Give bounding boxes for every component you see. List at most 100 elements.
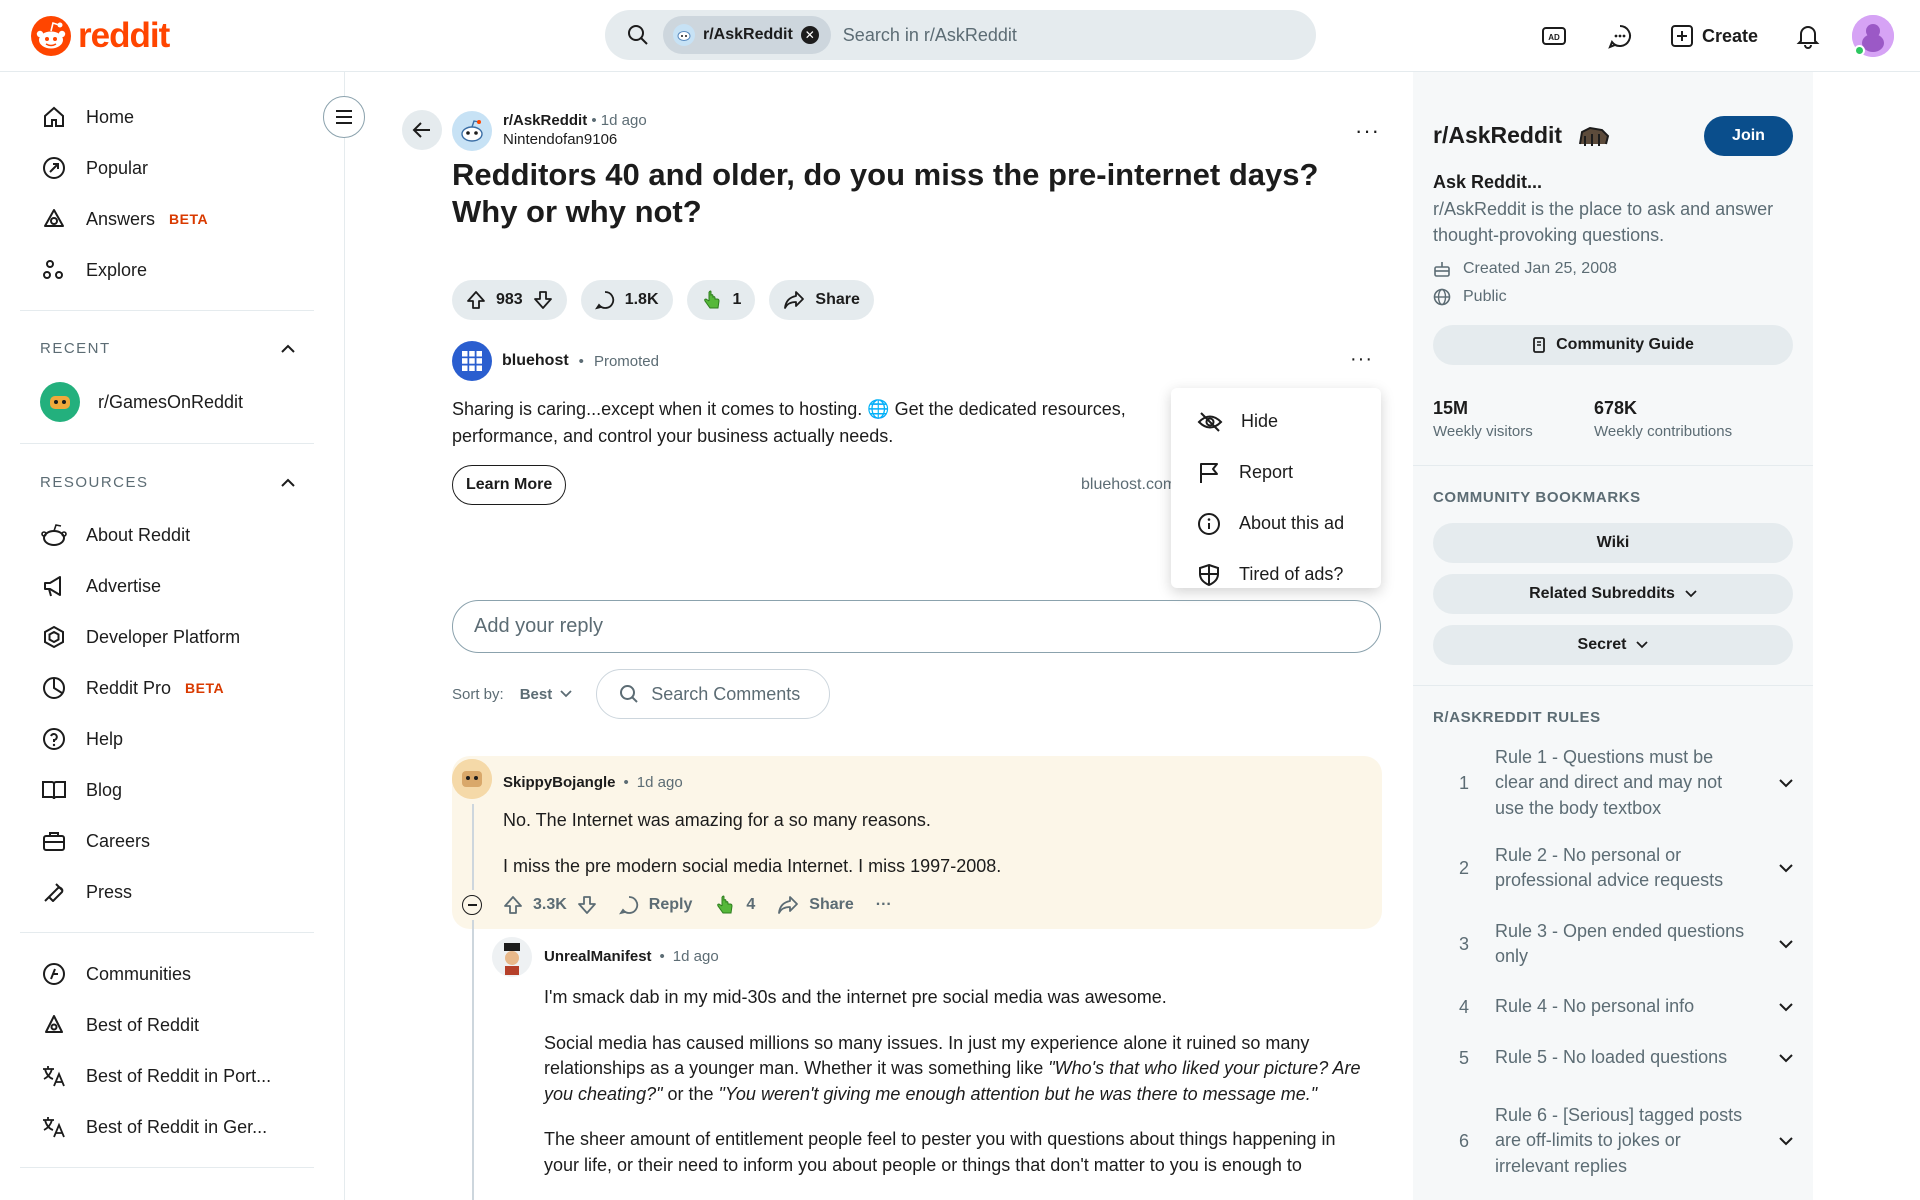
search-input[interactable]	[842, 24, 1316, 46]
sidebar-item-blog[interactable]: Blog	[40, 768, 122, 812]
comment-reply-button[interactable]: Reply	[618, 895, 692, 915]
sidebar-item-gamesonreddit[interactable]: r/GamesOnReddit	[40, 380, 243, 424]
create-button[interactable]: Create	[1664, 14, 1764, 58]
chat-icon[interactable]	[1598, 14, 1642, 58]
panel-divider	[1413, 685, 1813, 686]
rule-item[interactable]: 3 Rule 3 - Open ended questions only	[1433, 918, 1793, 970]
sidebar-item-careers[interactable]: Careers	[40, 819, 150, 863]
sidebar-item-label: Reddit Pro	[86, 677, 172, 698]
comment-body: I'm smack dab in my mid-30s and the inte…	[544, 985, 1364, 1178]
search-bar[interactable]: r/AskReddit ✕	[605, 10, 1316, 60]
bookmark-related-subreddits[interactable]: Related Subreddits	[1433, 574, 1793, 614]
bluehost-logo[interactable]	[452, 341, 492, 381]
menu-item-about-ad[interactable]: About this ad	[1171, 498, 1381, 549]
rule-item[interactable]: 4 Rule 4 - No personal info	[1433, 992, 1793, 1022]
bookmark-secret[interactable]: Secret	[1433, 625, 1793, 665]
reply-input[interactable]: Add your reply	[452, 600, 1381, 653]
beta-badge: BETA	[185, 680, 225, 696]
sidebar-item-label: Home	[86, 106, 135, 127]
subreddit-avatar[interactable]	[452, 111, 492, 151]
sidebar-item-best-of-reddit[interactable]: Best of Reddit	[40, 1003, 199, 1047]
collapse-thread-button[interactable]	[462, 895, 482, 915]
rule-item[interactable]: 6 Rule 6 - [Serious] tagged posts are of…	[1433, 1102, 1793, 1180]
sidebar-item-communities[interactable]: Communities	[40, 952, 191, 996]
join-button[interactable]: Join	[1704, 116, 1793, 156]
comment-paragraph: I miss the pre modern social media Inter…	[503, 855, 1002, 876]
meta-separator: •	[623, 774, 629, 791]
comment-vote: 3.3K	[503, 895, 597, 915]
thread-line[interactable]	[472, 920, 474, 1200]
search-scope-chip[interactable]: r/AskReddit ✕	[663, 16, 831, 54]
sidebar-item-best-of-reddit-portuguese[interactable]: Best of Reddit in Port...	[40, 1054, 271, 1098]
rules-title: R/ASKREDDIT RULES	[1433, 709, 1601, 726]
comment-share-button[interactable]: Share	[777, 895, 854, 915]
sidebar-item-home[interactable]: Home	[40, 95, 134, 139]
comments-button[interactable]: 1.8K	[580, 280, 673, 320]
sidebar-item-about-reddit[interactable]: About Reddit	[40, 513, 190, 557]
ad-text[interactable]: Sharing is caring...except when it comes…	[452, 396, 1172, 450]
reddit-logo[interactable]: reddit	[30, 15, 170, 57]
post-more-options[interactable]: ···	[1355, 118, 1380, 144]
sidebar-item-press[interactable]: Press	[40, 870, 132, 914]
comment-avatar[interactable]	[492, 937, 532, 977]
upvote-icon[interactable]	[503, 895, 523, 915]
learn-more-button[interactable]: Learn More	[452, 465, 567, 505]
award-button[interactable]: 1	[686, 280, 756, 320]
sidebar-item-label: Best of Reddit	[86, 1014, 200, 1035]
arrow-left-icon	[412, 122, 430, 138]
best-icon	[40, 1011, 68, 1039]
comment-award-button[interactable]: 4	[714, 894, 755, 916]
comment-author[interactable]: SkippyBojangle	[503, 774, 616, 791]
downvote-icon[interactable]	[577, 895, 597, 915]
resources-section-header[interactable]: RESOURCES	[40, 474, 296, 491]
recent-section-header[interactable]: RECENT	[40, 340, 296, 357]
advertise-icon[interactable]: AD	[1532, 14, 1576, 58]
share-button[interactable]: Share	[769, 280, 874, 320]
post-subreddit-link[interactable]: r/AskReddit	[503, 112, 587, 129]
clear-scope-icon[interactable]: ✕	[800, 26, 819, 44]
rule-number: 3	[1458, 933, 1469, 954]
advertiser-name[interactable]: bluehost	[502, 352, 569, 370]
back-button[interactable]	[402, 110, 442, 150]
menu-item-hide[interactable]: Hide	[1171, 396, 1381, 447]
stat-label: Weekly contributions	[1594, 423, 1733, 440]
notification-bell-icon[interactable]	[1786, 14, 1830, 58]
community-tagline: Ask Reddit...	[1433, 172, 1543, 192]
comment-author[interactable]: UnrealManifest	[544, 948, 652, 965]
menu-item-tired-of-ads[interactable]: Tired of ads?	[1171, 549, 1381, 600]
comment-avatar[interactable]	[452, 759, 492, 799]
community-name[interactable]: r/AskReddit	[1433, 122, 1562, 149]
sidebar-item-explore[interactable]: Explore	[40, 248, 147, 292]
community-description: r/AskReddit is the place to ask and answ…	[1433, 199, 1774, 245]
ad-more-options[interactable]: ···	[1350, 348, 1373, 371]
sidebar-item-developer-platform[interactable]: Developer Platform	[40, 615, 240, 659]
comment-icon	[594, 291, 614, 310]
search-comments-button[interactable]: Search Comments	[596, 669, 831, 719]
post-author-link[interactable]: Nintendofan9106	[503, 131, 647, 148]
sort-dropdown[interactable]: Best	[520, 686, 573, 703]
community-guide-button[interactable]: Community Guide	[1433, 325, 1793, 365]
sidebar-item-answers[interactable]: Answers BETA	[40, 197, 208, 241]
rule-item[interactable]: 5 Rule 5 - No loaded questions	[1433, 1043, 1793, 1073]
sidebar-toggle-button[interactable]	[323, 96, 365, 138]
downvote-icon[interactable]	[533, 290, 553, 310]
ad-domain[interactable]: bluehost.com	[1081, 476, 1176, 494]
reddit-icon	[40, 521, 68, 549]
upvote-icon[interactable]	[466, 290, 486, 310]
rule-text: Rule 6 - [Serious] tagged posts are off-…	[1495, 1104, 1743, 1176]
comment-more-options[interactable]: ···	[876, 896, 892, 914]
sort-value: Best	[519, 685, 553, 703]
sidebar-item-reddit-pro[interactable]: Reddit Pro BETA	[40, 666, 224, 710]
thread-line[interactable]	[472, 804, 474, 890]
menu-item-report[interactable]: Report	[1171, 447, 1381, 498]
hide-icon	[1197, 411, 1223, 432]
sidebar-item-label: About Reddit	[86, 524, 191, 545]
sidebar-item-help[interactable]: Help	[40, 717, 123, 761]
sidebar-item-best-of-reddit-german[interactable]: Best of Reddit in Ger...	[40, 1105, 267, 1149]
rule-item[interactable]: 2 Rule 2 - No personal or professional a…	[1433, 842, 1793, 894]
sidebar-item-advertise[interactable]: Advertise	[40, 564, 161, 608]
bookmark-wiki[interactable]: Wiki	[1433, 523, 1793, 563]
user-avatar[interactable]	[1852, 15, 1894, 57]
sidebar-item-popular[interactable]: Popular	[40, 146, 148, 190]
rule-item[interactable]: 1 Rule 1 - Questions must be clear and d…	[1433, 744, 1793, 822]
